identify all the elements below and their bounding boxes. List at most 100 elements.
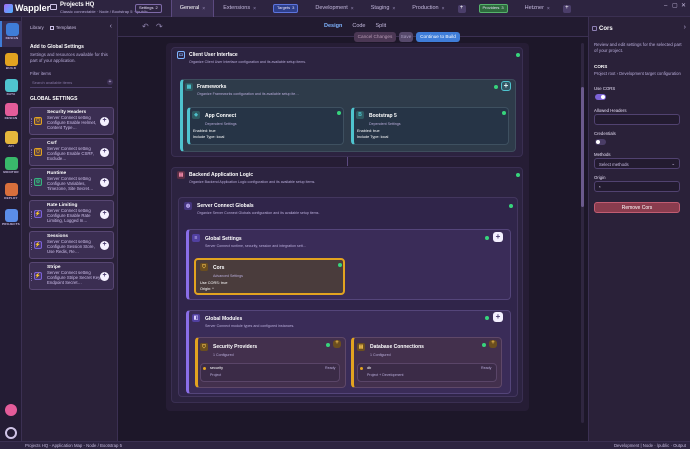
library-item-runtime[interactable]: ⚙ Runtime Server Connect setting Configure…	[29, 168, 114, 196]
library-item-title: Security Headers	[47, 110, 87, 115]
undo-icon[interactable]: ↶	[142, 22, 149, 32]
maximize-icon[interactable]: ▢	[672, 3, 678, 10]
library-panel: Library Templates ‹ Add to Global Settin…	[22, 17, 118, 441]
add-item-button[interactable]: +	[100, 148, 109, 157]
sidebar-item-projects[interactable]: PROJECTS	[0, 207, 22, 233]
tab-library[interactable]: Library	[30, 25, 44, 30]
tab-pill: Providers 3	[478, 4, 508, 13]
cloud-icon	[4, 183, 18, 196]
add-item-button[interactable]: +	[100, 117, 109, 126]
drag-handle-icon[interactable]	[31, 179, 33, 187]
tab-targets[interactable]: Targets 3	[265, 0, 306, 17]
section-heading: GLOBAL SETTINGS	[30, 96, 78, 102]
sidebar-item-deploy[interactable]: DEPLOY	[0, 181, 22, 207]
drag-handle-icon[interactable]	[31, 149, 33, 157]
close-tab-icon[interactable]: ×	[547, 6, 550, 12]
library-description: Settings and resources available for thi…	[30, 52, 108, 63]
add-tab-button[interactable]: +	[562, 4, 571, 13]
add-item-button[interactable]: +	[100, 210, 109, 219]
close-tab-icon[interactable]: ×	[392, 6, 395, 12]
sp-item-status: Ready	[325, 366, 336, 370]
minimize-icon[interactable]: –	[664, 3, 667, 10]
sidebar-item-build[interactable]: BUILD	[0, 51, 22, 77]
cors-subtitle: Advanced Settings	[213, 274, 243, 278]
canvas-scroll-thumb[interactable]	[581, 87, 584, 207]
activity-bar: DESIGN BUILD DATA DESIGN API MONITOR DEPLOY PRO…	[0, 17, 22, 441]
origin-label: Origin	[594, 175, 606, 180]
credentials-toggle[interactable]	[595, 139, 606, 145]
sidebar-item-api[interactable]: API	[0, 129, 22, 155]
sidebar-item-design[interactable]: DESIGN	[0, 21, 22, 47]
add-item-button[interactable]: +	[100, 178, 109, 187]
add-section-button[interactable]: +	[107, 79, 113, 85]
templates-icon	[49, 25, 54, 30]
library-item-stripe[interactable]: ⚡ Stripe Server Connect setting Configure …	[29, 262, 114, 290]
tab-label: Settings	[139, 5, 154, 11]
panel-icon	[592, 26, 597, 31]
sidebar-item-design[interactable]: DESIGN	[0, 101, 22, 127]
bootstrap-include: Include Type: local	[357, 135, 389, 139]
tab-extensions[interactable]: Extensions ×	[215, 0, 264, 17]
add-framework-button[interactable]: +	[501, 81, 511, 91]
monitor-icon	[50, 4, 57, 10]
view-tab-split[interactable]: Split	[376, 23, 387, 30]
cancel-changes-button[interactable]: Cancel Changes	[354, 32, 396, 42]
tab-production[interactable]: Production ×	[404, 0, 452, 17]
account-icon[interactable]	[5, 427, 17, 439]
tab-providers[interactable]: Providers 3	[471, 0, 516, 17]
sidebar-item-data[interactable]: DATA	[0, 77, 22, 103]
tab-templates[interactable]: Templates	[49, 25, 76, 30]
settings-gear-icon[interactable]	[5, 404, 17, 416]
close-tab-icon[interactable]: ×	[253, 6, 256, 12]
tab-hetzner[interactable]: Hetzner ×	[517, 0, 558, 17]
view-tab-code[interactable]: Code	[352, 23, 365, 30]
add-item-button[interactable]: +	[100, 241, 109, 250]
app-logo[interactable]: Wappler	[4, 3, 50, 14]
drag-handle-icon[interactable]	[31, 118, 33, 126]
add-security-provider-button[interactable]: +	[333, 340, 341, 348]
scg-subtitle: Organize Server Connect Globals configur…	[197, 211, 320, 215]
tab-staging[interactable]: Staging ×	[363, 0, 404, 17]
drag-handle-icon[interactable]	[31, 211, 33, 219]
tab-general[interactable]: General ×	[170, 0, 215, 17]
origin-input[interactable]: *	[594, 181, 680, 192]
tab-settings[interactable]: Settings 2	[127, 0, 170, 17]
continue-to-build-button[interactable]: Continue to Build	[416, 32, 460, 42]
status-ok-dot	[509, 204, 513, 208]
sp-title: Security Providers	[213, 344, 258, 350]
add-tab-button[interactable]: +	[457, 4, 466, 13]
library-item-rate-limiting[interactable]: ⚡ Rate Limiting Server Connect setting Con…	[29, 200, 114, 228]
drag-handle-icon[interactable]	[31, 273, 33, 281]
library-item-csrf[interactable]: ⛉ Csrf Server Connect setting Configure En…	[29, 138, 114, 166]
layout-icon	[5, 23, 19, 36]
monitor-icon: ▭	[177, 51, 185, 59]
close-tab-icon[interactable]: ×	[442, 6, 445, 12]
library-item-security-headers[interactable]: ⛉ Security Headers Server Connect setting …	[29, 107, 114, 135]
close-tab-icon[interactable]: ×	[202, 6, 205, 12]
add-global-module-button[interactable]: +	[493, 312, 503, 322]
library-item-sessions[interactable]: ⚡ Sessions Server Connect setting Configur…	[29, 231, 114, 259]
bolt-icon: ⚡	[34, 241, 42, 249]
remove-cors-button[interactable]: Remove Cors	[594, 202, 680, 213]
save-button[interactable]: Save	[399, 32, 413, 42]
collapse-panel-icon[interactable]: ‹	[110, 23, 112, 31]
use-cors-toggle[interactable]	[595, 94, 606, 100]
close-tab-icon[interactable]: ×	[351, 6, 354, 12]
add-database-connection-button[interactable]: +	[489, 340, 497, 348]
connector-line	[347, 157, 348, 166]
status-ok-dot	[516, 53, 520, 57]
methods-select[interactable]: Select methods ⌄	[594, 158, 680, 169]
chevron-down-icon: ⌄	[671, 161, 675, 166]
redo-icon[interactable]: ↷	[156, 22, 163, 32]
add-global-setting-button[interactable]: +	[493, 232, 503, 242]
close-window-icon[interactable]: ✕	[681, 3, 686, 10]
bootstrap-title: Bootstrap 5	[369, 113, 397, 119]
tab-development[interactable]: Development ×	[307, 0, 361, 17]
filter-input[interactable]: Search available items	[30, 79, 112, 88]
allowed-headers-input[interactable]	[594, 114, 680, 125]
close-panel-icon[interactable]: ›	[684, 24, 686, 32]
add-item-button[interactable]: +	[100, 272, 109, 281]
view-tab-design[interactable]: Design	[324, 23, 342, 30]
drag-handle-icon[interactable]	[31, 242, 33, 250]
sidebar-item-monitor[interactable]: MONITOR	[0, 155, 22, 181]
